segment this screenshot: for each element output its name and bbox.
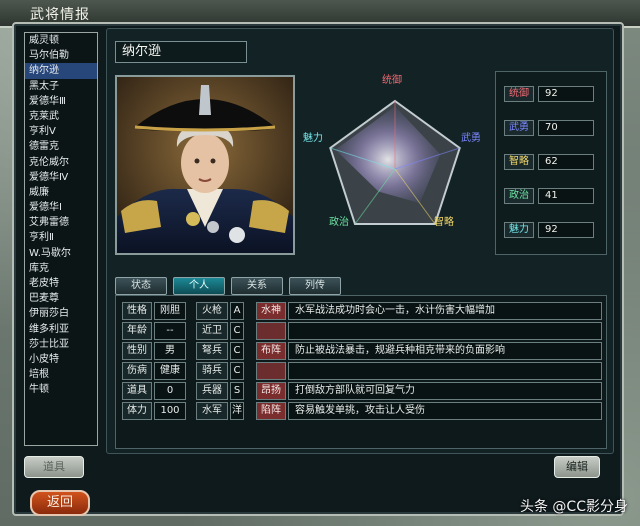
hero-portrait: [115, 75, 295, 255]
tab-2[interactable]: 关系: [231, 277, 283, 295]
hero-list-item[interactable]: 爱德华Ⅳ: [25, 170, 97, 185]
tab-1[interactable]: 个人: [173, 277, 225, 295]
radar-label-command: 统御: [382, 75, 402, 86]
skill-name[interactable]: [256, 362, 286, 380]
aptitude-label: 火枪: [196, 302, 228, 320]
aptitude-grade: 洋: [230, 402, 244, 420]
hero-list-item[interactable]: 库克: [25, 261, 97, 276]
hero-name: 纳尔逊: [115, 41, 247, 63]
stat-value: 62: [538, 154, 594, 170]
hero-list: 威灵顿 马尔伯勒 纳尔逊 黑太子 爱德华Ⅲ 克莱武 亨利Ⅴ 德雷克 克伦威尔 爱德华Ⅳ 威廉 爱德华Ⅰ…: [24, 32, 98, 446]
personal-attributes-panel: 性格 刚胆 火枪 A 水神 水军战法成功时会心一击，水计伤害大幅增加 年龄 -- 近卫 C 性别男弩…: [115, 295, 607, 449]
aptitude-label: 近卫: [196, 322, 228, 340]
hero-detail-panel: 纳尔逊 统御 武勇 智略 政治 魅力 统御 92 武勇 70 智略 62 政治 …: [106, 28, 614, 454]
skill-name[interactable]: 布阵: [256, 342, 286, 360]
stat-label: 智略: [504, 154, 534, 170]
skill-name[interactable]: 陷阵: [256, 402, 286, 420]
personal-label: 年龄: [122, 322, 152, 340]
aptitude-grade: C: [230, 322, 244, 340]
personal-label: 道具: [122, 382, 152, 400]
hero-list-item[interactable]: 爱德华Ⅰ: [25, 200, 97, 215]
back-button[interactable]: 返回: [30, 490, 90, 516]
hero-list-item[interactable]: 维多利亚: [25, 322, 97, 337]
aptitude-label: 水军: [196, 402, 228, 420]
aptitude-label: 兵器: [196, 382, 228, 400]
hero-list-item[interactable]: 黑太子: [25, 79, 97, 94]
hero-list-item[interactable]: 爱德华Ⅲ: [25, 94, 97, 109]
skill-name[interactable]: 昂扬: [256, 382, 286, 400]
stat-label: 魅力: [504, 222, 534, 238]
personal-value: --: [154, 322, 186, 340]
aptitude-grade: S: [230, 382, 244, 400]
stat-value: 70: [538, 120, 594, 136]
hero-list-item[interactable]: 培根: [25, 367, 97, 382]
hero-list-item[interactable]: 牛顿: [25, 382, 97, 397]
attribute-radar: 统御 武勇 智略 政治 魅力: [303, 73, 485, 251]
hero-list-item[interactable]: W.马歇尔: [25, 246, 97, 261]
skill-name[interactable]: [256, 322, 286, 340]
skill-description: 容易触发单挑，攻击让人受伤: [288, 402, 602, 420]
info-frame: 威灵顿 马尔伯勒 纳尔逊 黑太子 爱德华Ⅲ 克莱武 亨利Ⅴ 德雷克 克伦威尔 爱德华Ⅳ 威廉 爱德华Ⅰ…: [12, 22, 624, 516]
hero-list-item[interactable]: 纳尔逊: [25, 63, 97, 79]
hero-list-item[interactable]: 莎士比亚: [25, 337, 97, 352]
aptitude-grade: C: [230, 342, 244, 360]
personal-label: 性别: [122, 342, 152, 360]
personal-label: 性格: [122, 302, 152, 320]
radar-label-charm: 魅力: [303, 133, 323, 144]
aptitude-grade: C: [230, 362, 244, 380]
hero-list-item[interactable]: 亨利Ⅴ: [25, 124, 97, 139]
hero-list-item[interactable]: 德雷克: [25, 139, 97, 154]
skill-description: [288, 322, 602, 340]
personal-value: 刚胆: [154, 302, 186, 320]
radar-label-politics: 政治: [329, 217, 349, 228]
tab-0[interactable]: 状态: [115, 277, 167, 295]
aptitude-label: 骑兵: [196, 362, 228, 380]
hero-list-item[interactable]: 老皮特: [25, 276, 97, 291]
hero-list-item[interactable]: 威廉: [25, 185, 97, 200]
personal-label: 体力: [122, 402, 152, 420]
personal-label: 伤病: [122, 362, 152, 380]
personal-value: 0: [154, 382, 186, 400]
hero-list-item[interactable]: 艾弗雷德: [25, 215, 97, 230]
skill-description: [288, 362, 602, 380]
skill-description: 打倒敌方部队就可回复气力: [288, 382, 602, 400]
stat-label: 武勇: [504, 120, 534, 136]
hero-list-item[interactable]: 威灵顿: [25, 33, 97, 48]
window-title: 武将情报: [30, 7, 90, 23]
hero-list-item[interactable]: 克莱武: [25, 109, 97, 124]
hero-list-item[interactable]: 亨利Ⅱ: [25, 230, 97, 245]
stat-value: 92: [538, 222, 594, 238]
hero-list-item[interactable]: 伊丽莎白: [25, 306, 97, 321]
skill-description: 防止被战法暴击，规避兵种相克带来的负面影响: [288, 342, 602, 360]
hero-list-item[interactable]: 小皮特: [25, 352, 97, 367]
watermark: 头条 @CC影分身: [519, 499, 628, 515]
skill-name[interactable]: 水神: [256, 302, 286, 320]
skill-description: 水军战法成功时会心一击，水计伤害大幅增加: [288, 302, 602, 320]
personal-value: 100: [154, 402, 186, 420]
edit-button[interactable]: 编辑: [554, 456, 600, 478]
radar-label-strategy: 智略: [434, 217, 454, 228]
aptitude-label: 弩兵: [196, 342, 228, 360]
tab-3[interactable]: 列传: [289, 277, 341, 295]
personal-value: 健康: [154, 362, 186, 380]
personal-value: 男: [154, 342, 186, 360]
radar-label-valor: 武勇: [461, 133, 481, 144]
stat-label: 统御: [504, 86, 534, 102]
hero-list-item[interactable]: 克伦威尔: [25, 155, 97, 170]
stat-value: 41: [538, 188, 594, 204]
hero-list-item[interactable]: 巴麦尊: [25, 291, 97, 306]
portrait-image: [117, 77, 293, 253]
aptitude-grade: A: [230, 302, 244, 320]
item-button[interactable]: 道具: [24, 456, 84, 478]
stat-value: 92: [538, 86, 594, 102]
stat-label: 政治: [504, 188, 534, 204]
stats-box: 统御 92 武勇 70 智略 62 政治 41 魅力 92: [495, 71, 607, 255]
hero-list-item[interactable]: 马尔伯勒: [25, 48, 97, 63]
